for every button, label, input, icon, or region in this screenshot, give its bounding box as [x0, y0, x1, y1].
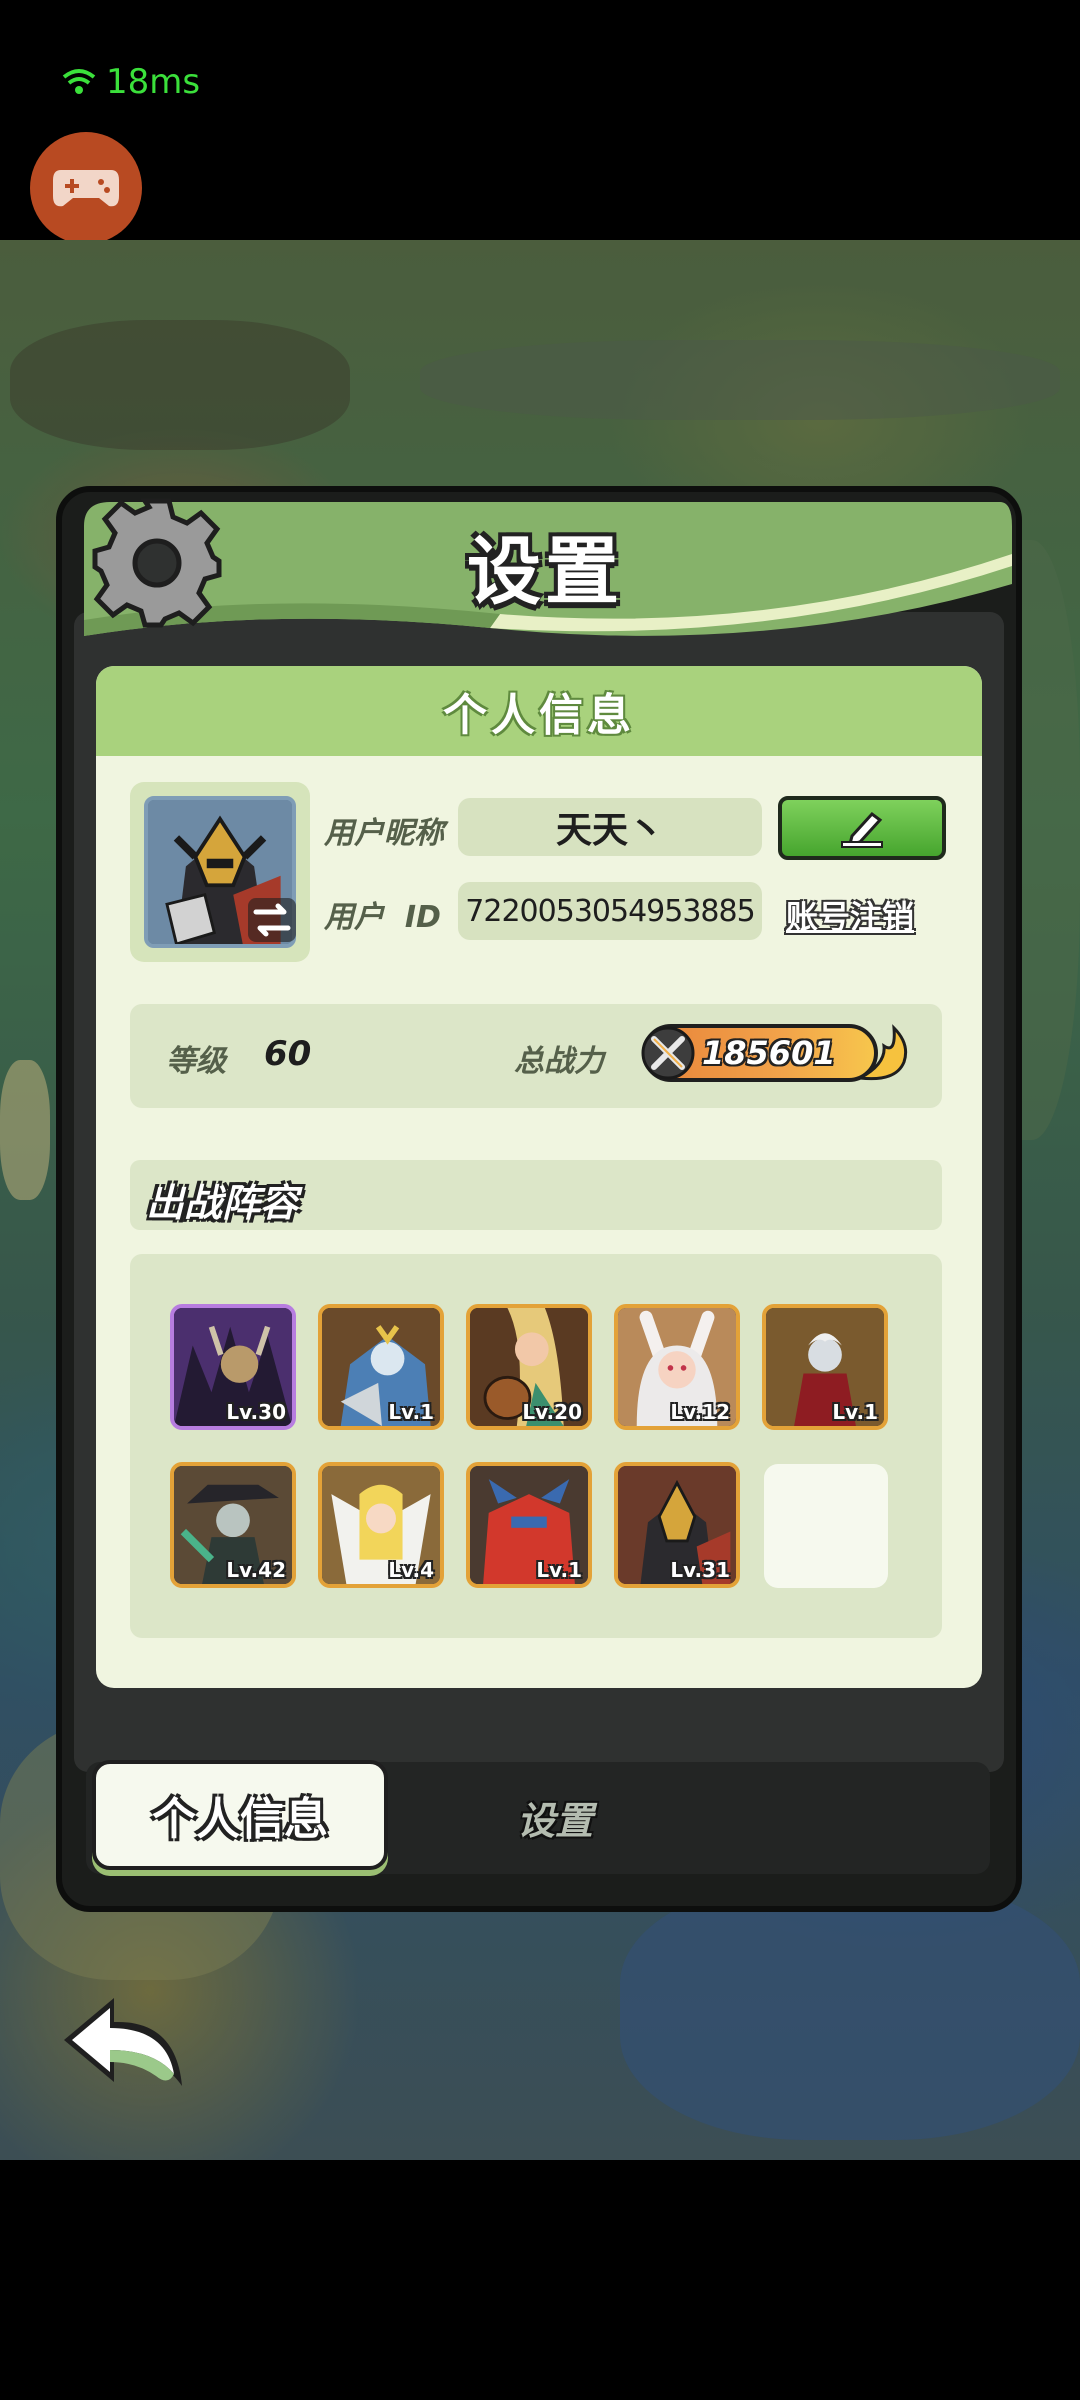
ping-value: 18ms [106, 62, 201, 102]
level-label: 等级 [166, 1044, 226, 1079]
gamepad-icon [53, 170, 119, 207]
bottom-black-area [0, 2160, 1080, 2400]
hero-slot[interactable]: Lv.4 [318, 1462, 444, 1588]
account-deletion-link[interactable]: 账号注销 [786, 892, 914, 938]
back-button[interactable] [56, 1990, 192, 2100]
crossed-swords-icon [641, 1026, 695, 1080]
wifi-icon [62, 69, 96, 94]
hero-level: Lv.31 [670, 1558, 730, 1582]
power-badge: 185601 [641, 1024, 878, 1082]
level-value: 60 [264, 1034, 312, 1074]
user-id-field: 7220053054953885 [458, 882, 762, 940]
hero-level: Lv.20 [522, 1400, 582, 1424]
hero-slot[interactable]: Lv.1 [762, 1304, 888, 1430]
flame-icon [856, 1024, 908, 1081]
hero-slot[interactable]: Lv.30 [170, 1304, 296, 1430]
hero-slot[interactable]: Lv.31 [614, 1462, 740, 1588]
avatar-frame[interactable] [130, 782, 310, 962]
hero-slot[interactable]: Lv.1 [466, 1462, 592, 1588]
hero-level: Lv.1 [832, 1400, 878, 1424]
network-ping: 18ms [62, 62, 200, 102]
user-id-value: 7220053054953885 [465, 893, 755, 929]
hero-level: Lv.42 [226, 1558, 286, 1582]
back-arrow-icon [64, 1998, 182, 2086]
overlay-top-bar: 18ms [0, 0, 1080, 244]
swap-avatar-icon[interactable] [248, 898, 296, 942]
hero-slot[interactable]: Lv.12 [614, 1304, 740, 1430]
hero-slot[interactable]: Lv.42 [170, 1462, 296, 1588]
nickname-field: 天天丶 [458, 798, 762, 856]
dialog-title: 设置 [467, 529, 623, 615]
tab-settings[interactable]: 设置 [470, 1790, 640, 1845]
power-value: 185601 [702, 1034, 836, 1072]
card-title: 个人信息 [443, 690, 635, 741]
user-id-label: 用户 ID [324, 900, 441, 935]
hero-level: Lv.1 [536, 1558, 582, 1582]
hero-slot[interactable]: Lv.20 [466, 1304, 592, 1430]
tab-personal-info-label: 个人信息 [152, 1794, 328, 1845]
hero-slot[interactable]: Lv.1 [318, 1304, 444, 1430]
gamepad-button[interactable] [30, 132, 142, 244]
lineup-title: 出战阵容 [146, 1181, 299, 1225]
edit-nickname-button[interactable] [778, 796, 946, 860]
pencil-icon [841, 811, 883, 848]
hero-level: Lv.4 [388, 1558, 434, 1582]
nickname-label: 用户昵称 [324, 816, 444, 851]
empty-hero-slot[interactable] [764, 1464, 888, 1588]
power-label: 总战力 [514, 1044, 604, 1079]
hero-level: Lv.30 [226, 1400, 286, 1424]
hero-level: Lv.12 [670, 1400, 730, 1424]
nickname-value: 天天丶 [555, 810, 664, 851]
card-header: 个人信息 [96, 666, 982, 756]
personal-info-card: 个人信息 用户昵称 天天丶 用户 ID 7220053054953885 账号注… [96, 666, 982, 1688]
hero-level: Lv.1 [388, 1400, 434, 1424]
tab-personal-info[interactable]: 个人信息 [92, 1760, 388, 1870]
